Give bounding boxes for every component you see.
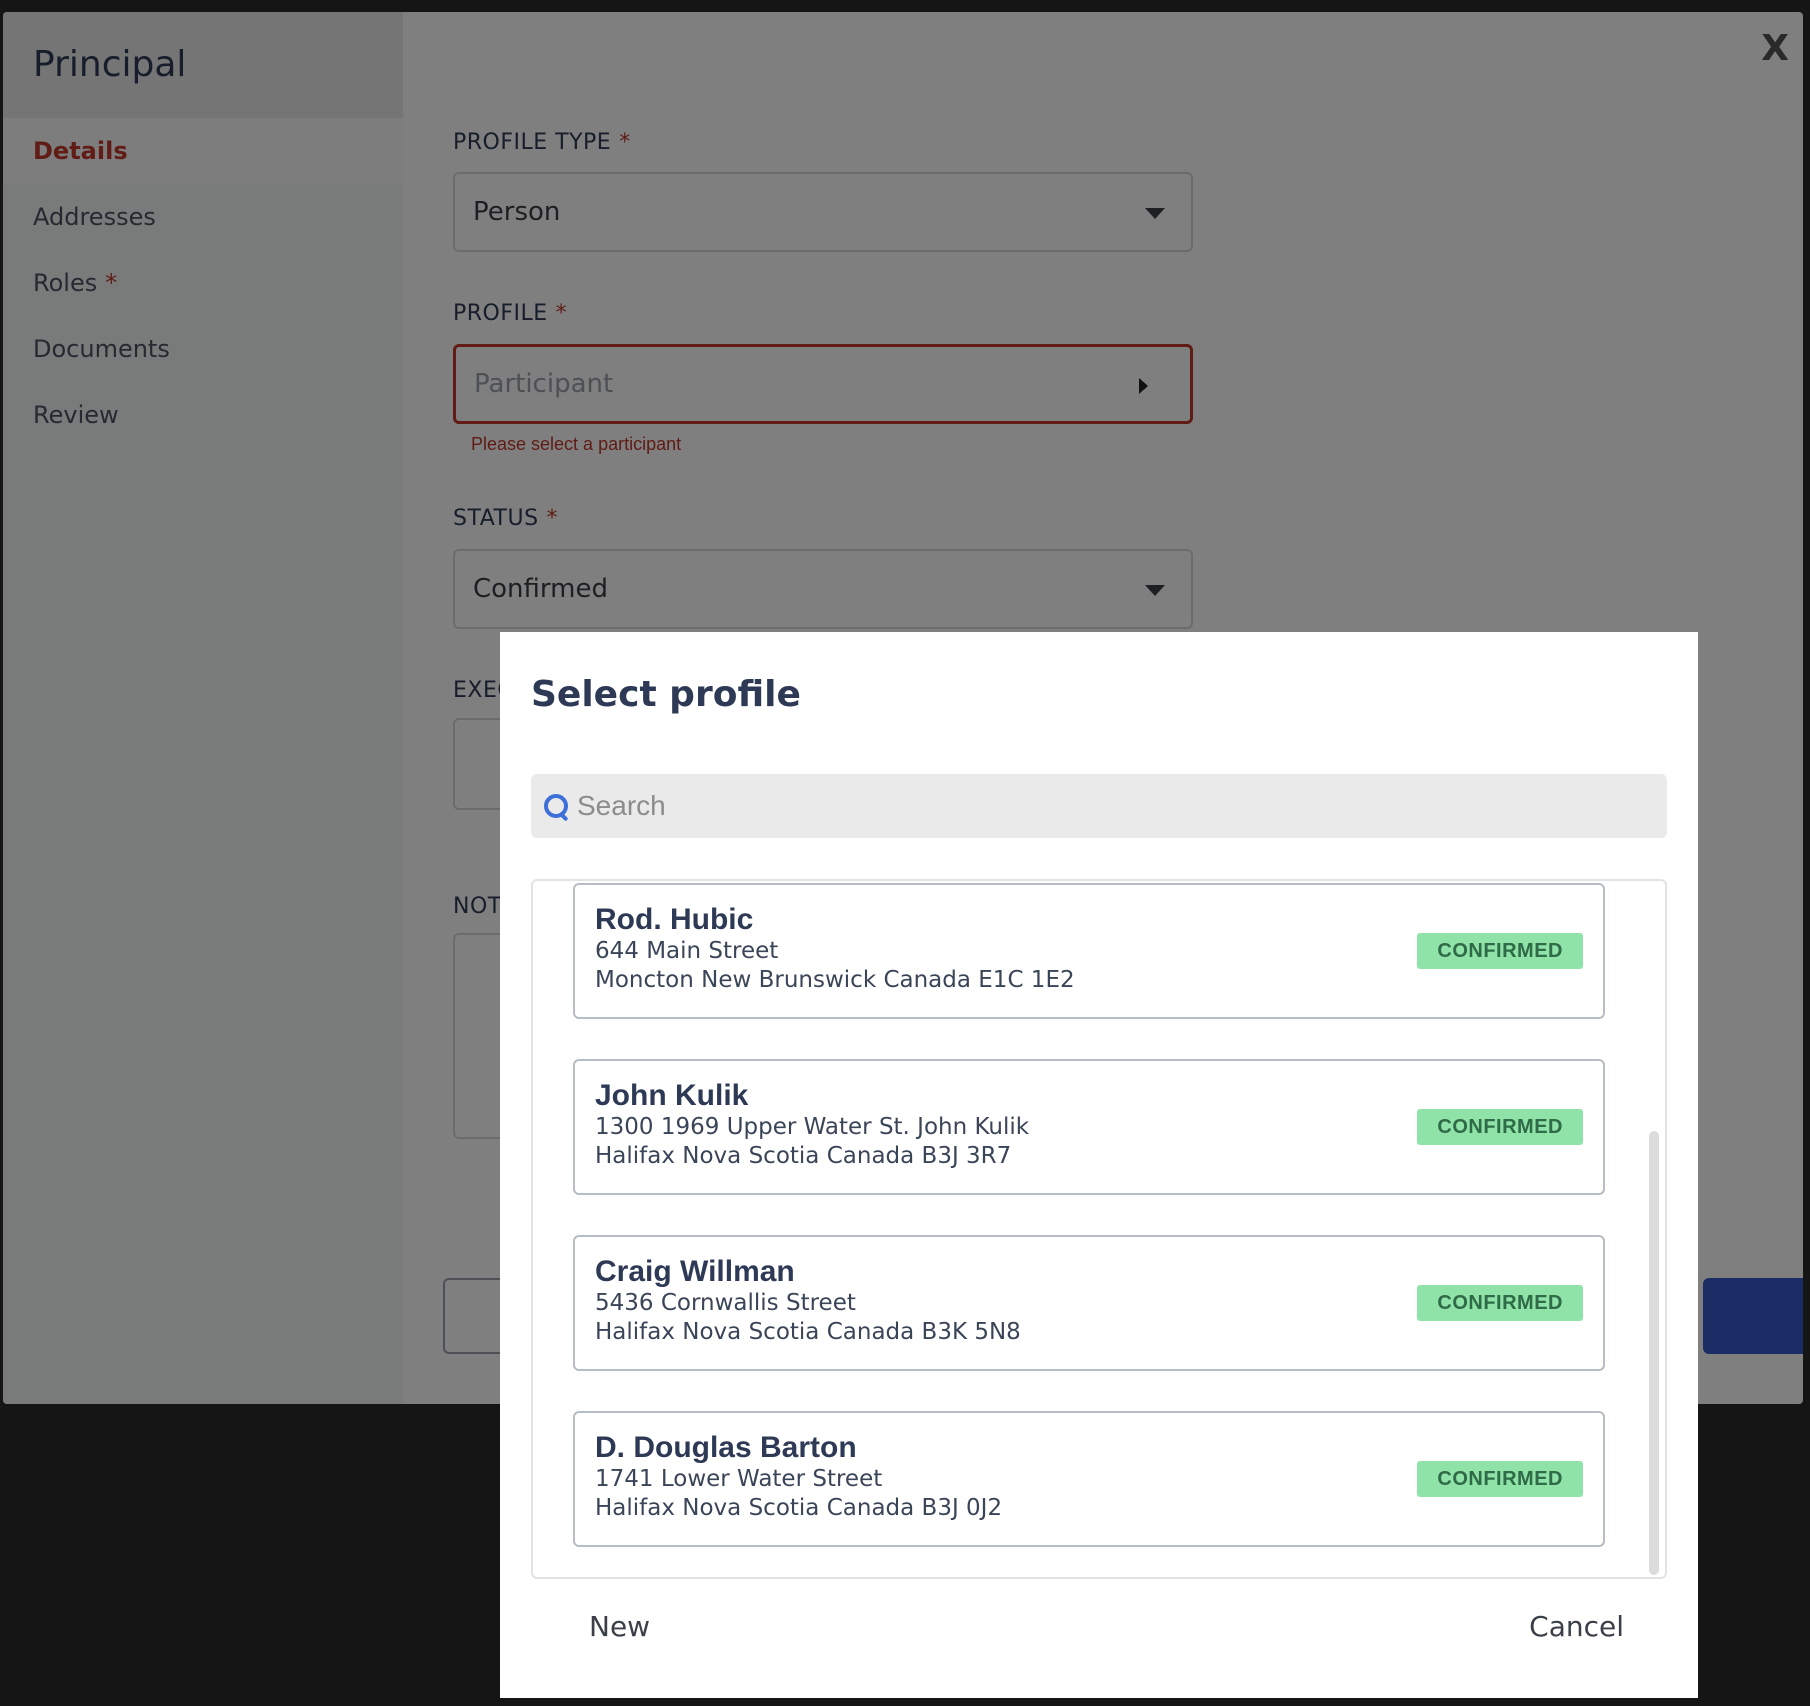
profile-name: Rod. Hubic [595,903,754,936]
select-profile-modal: Select profile Rod. Hubic 644 Main Stree… [500,632,1698,1698]
profile-address-line2: Halifax Nova Scotia Canada B3J 3R7 [595,1143,1012,1169]
status-badge: CONFIRMED [1417,1461,1583,1497]
search-input[interactable] [577,790,1577,822]
search-icon [543,793,569,819]
new-button[interactable]: New [589,1610,650,1643]
profile-card[interactable]: John Kulik 1300 1969 Upper Water St. Joh… [573,1059,1605,1195]
list-scrollbar[interactable] [1649,1131,1659,1575]
cancel-button[interactable]: Cancel [1529,1610,1624,1643]
modal-title: Select profile [531,674,801,715]
search-bar [531,774,1667,838]
profile-name: John Kulik [595,1079,749,1112]
status-badge: CONFIRMED [1417,1285,1583,1321]
profile-name: D. Douglas Barton [595,1431,857,1464]
profile-card[interactable]: D. Douglas Barton 1741 Lower Water Stree… [573,1411,1605,1547]
status-badge: CONFIRMED [1417,1109,1583,1145]
profile-address-line2: Moncton New Brunswick Canada E1C 1E2 [595,967,1075,993]
profile-address-line2: Halifax Nova Scotia Canada B3K 5N8 [595,1319,1021,1345]
profile-card[interactable]: Rod. Hubic 644 Main Street Moncton New B… [573,883,1605,1019]
profile-name: Craig Willman [595,1255,795,1288]
profile-address-line2: Halifax Nova Scotia Canada B3J 0J2 [595,1495,1003,1521]
profile-list[interactable]: Rod. Hubic 644 Main Street Moncton New B… [531,879,1667,1579]
status-badge: CONFIRMED [1417,933,1583,969]
profile-card[interactable]: Craig Willman 5436 Cornwallis Street Hal… [573,1235,1605,1371]
